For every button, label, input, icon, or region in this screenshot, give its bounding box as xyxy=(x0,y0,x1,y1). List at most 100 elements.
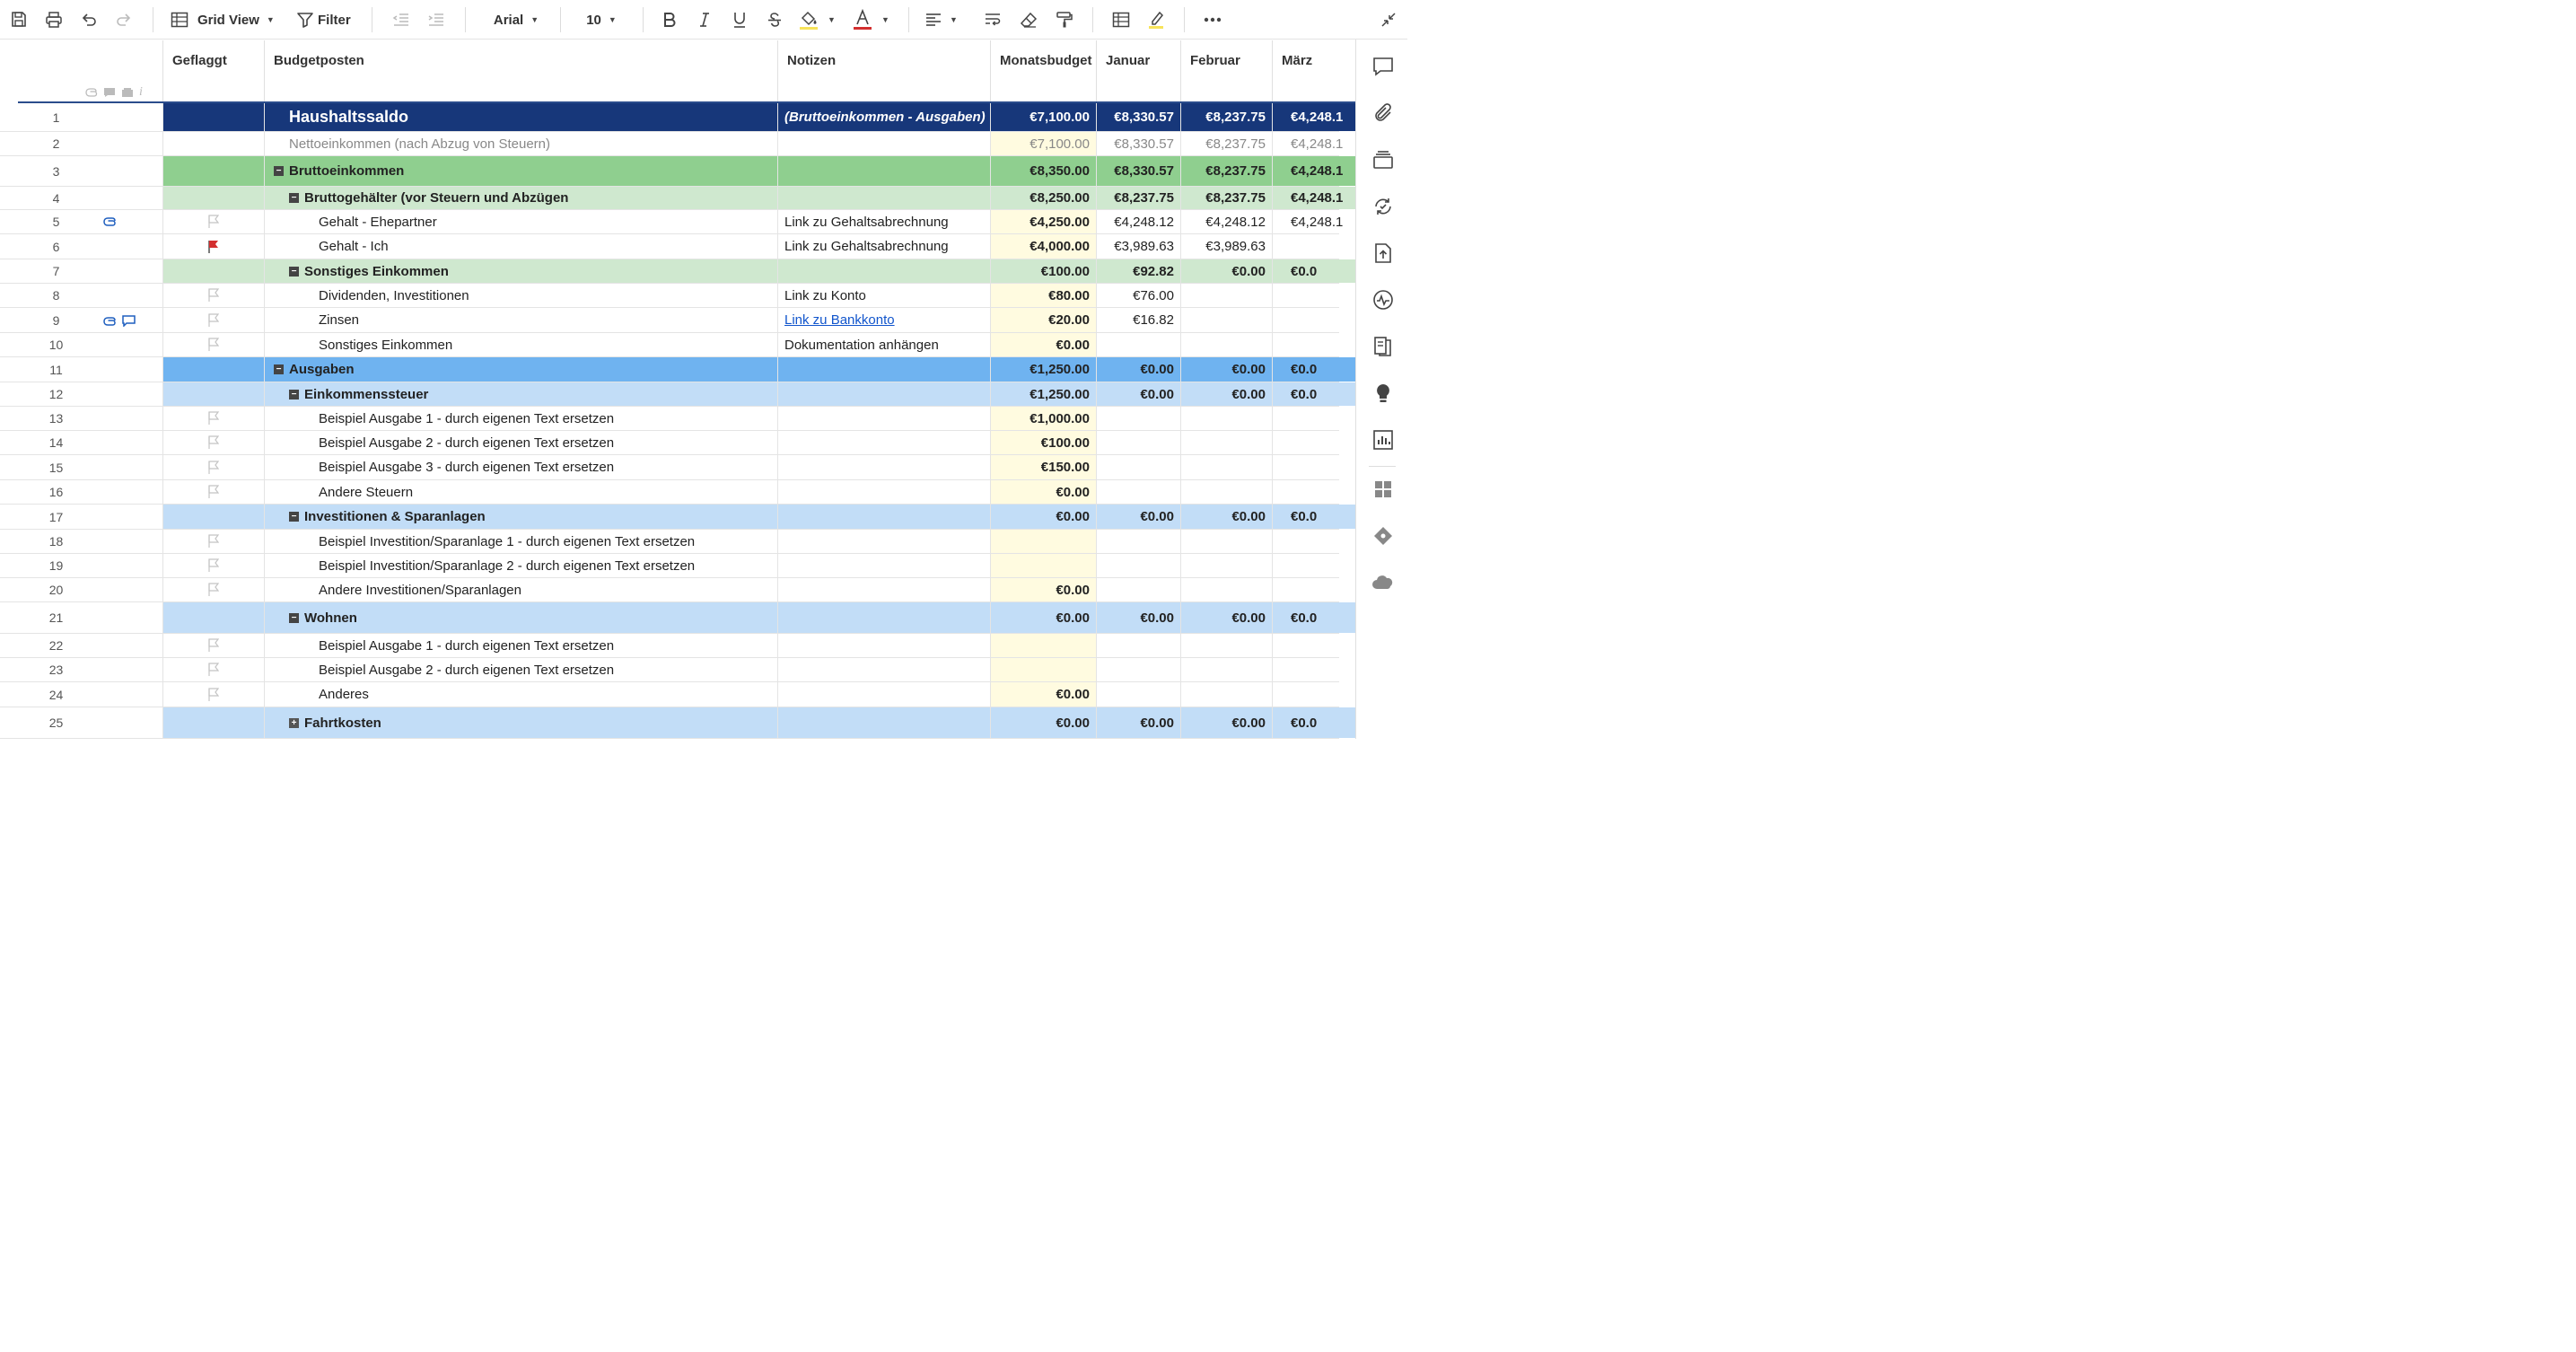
month-cell-jan[interactable]: €3,989.63 xyxy=(1097,234,1181,259)
flag-cell[interactable] xyxy=(163,707,265,738)
monthly-budget-cell[interactable] xyxy=(991,530,1097,553)
view-selector[interactable]: Grid View ▼ xyxy=(171,7,284,32)
table-row[interactable]: 8 Dividenden, Investitionen Link zu Konto €… xyxy=(0,284,1355,308)
table-row[interactable]: 12 − Einkommenssteuer €1,250.00 €0.00 €0.00 €0… xyxy=(0,382,1355,407)
row-number-cell[interactable]: 14 xyxy=(18,431,163,454)
month-cell-mar[interactable] xyxy=(1273,455,1355,479)
table-row[interactable]: 10 Sonstiges Einkommen Dokumentation anhän… xyxy=(0,333,1355,357)
month-cell-feb[interactable]: €8,237.75 xyxy=(1181,132,1273,155)
month-cell-mar[interactable]: €4,248.1 xyxy=(1273,156,1355,186)
budget-item-cell[interactable]: − Bruttogehälter (vor Steuern und Abzügen xyxy=(265,187,778,209)
row-number-cell[interactable]: 22 xyxy=(18,634,163,657)
month-cell-mar[interactable]: €0.0 xyxy=(1273,259,1355,283)
table-row[interactable]: 25 + Fahrtkosten €0.00 €0.00 €0.00 €0.0 xyxy=(0,707,1355,739)
month-cell-jan[interactable] xyxy=(1097,658,1181,681)
table-row[interactable]: 16 Andere Steuern €0.00 xyxy=(0,480,1355,505)
format-painter-icon[interactable] xyxy=(1053,7,1076,32)
month-cell-jan[interactable]: €8,330.57 xyxy=(1097,156,1181,186)
table-row[interactable]: 22 Beispiel Ausgabe 1 - durch eigenen Tex… xyxy=(0,634,1355,658)
column-header-flagged[interactable]: Geflaggt xyxy=(163,40,265,103)
month-cell-feb[interactable]: €3,989.63 xyxy=(1181,234,1273,259)
budget-item-cell[interactable]: Anderes xyxy=(265,682,778,707)
update-requests-icon[interactable] xyxy=(1371,195,1395,218)
monthly-budget-cell[interactable] xyxy=(991,658,1097,681)
notes-cell[interactable] xyxy=(778,132,991,155)
row-number-cell[interactable]: 16 xyxy=(18,480,163,504)
month-cell-mar[interactable]: €0.0 xyxy=(1273,382,1355,406)
monthly-budget-cell[interactable]: €0.00 xyxy=(991,602,1097,633)
flag-cell[interactable] xyxy=(163,103,265,131)
flag-icon[interactable] xyxy=(207,411,220,426)
flag-cell[interactable] xyxy=(163,505,265,529)
flag-cell[interactable] xyxy=(163,634,265,657)
row-number-cell[interactable]: 23 xyxy=(18,658,163,681)
strikethrough-icon[interactable] xyxy=(763,7,786,32)
monthly-budget-cell[interactable] xyxy=(991,634,1097,657)
highlight-icon[interactable] xyxy=(1144,7,1168,32)
budget-item-cell[interactable]: Zinsen xyxy=(265,308,778,332)
column-header-jan[interactable]: Januar xyxy=(1097,40,1181,103)
font-family-select[interactable]: Arial ▼ xyxy=(485,7,548,32)
monthly-budget-cell[interactable]: €20.00 xyxy=(991,308,1097,332)
row-number-cell[interactable]: 4 xyxy=(18,187,163,209)
monthly-budget-cell[interactable]: €100.00 xyxy=(991,259,1097,283)
collapse-row-icon[interactable]: − xyxy=(289,612,299,623)
month-cell-mar[interactable]: €0.0 xyxy=(1273,707,1355,738)
month-cell-feb[interactable]: €8,237.75 xyxy=(1181,103,1273,131)
table-row[interactable]: 11 − Ausgaben €1,250.00 €0.00 €0.00 €0.0 xyxy=(0,357,1355,382)
row-number-cell[interactable]: 17 xyxy=(18,505,163,529)
table-row[interactable]: 23 Beispiel Ausgabe 2 - durch eigenen Tex… xyxy=(0,658,1355,682)
monthly-budget-cell[interactable]: €8,350.00 xyxy=(991,156,1097,186)
conversations-icon[interactable] xyxy=(1371,55,1395,78)
bold-icon[interactable] xyxy=(658,7,681,32)
monthly-budget-cell[interactable]: €0.00 xyxy=(991,707,1097,738)
monthly-budget-cell[interactable]: €100.00 xyxy=(991,431,1097,454)
proofs-icon[interactable] xyxy=(1371,148,1395,171)
table-row[interactable]: 21 − Wohnen €0.00 €0.00 €0.00 €0.0 xyxy=(0,602,1355,634)
month-cell-mar[interactable] xyxy=(1273,530,1355,553)
flag-icon[interactable] xyxy=(207,460,220,475)
budget-item-cell[interactable]: Andere Steuern xyxy=(265,480,778,504)
month-cell-mar[interactable] xyxy=(1273,431,1355,454)
notes-cell[interactable] xyxy=(778,658,991,681)
table-row[interactable]: 6 Gehalt - Ich Link zu Gehaltsabrechnung €4… xyxy=(0,234,1355,259)
outdent-icon[interactable] xyxy=(390,7,413,32)
month-cell-jan[interactable]: €0.00 xyxy=(1097,357,1181,382)
month-cell-feb[interactable]: €8,237.75 xyxy=(1181,187,1273,209)
monthly-budget-cell[interactable]: €4,250.00 xyxy=(991,210,1097,233)
row-number-cell[interactable]: 8 xyxy=(18,284,163,307)
flag-icon[interactable] xyxy=(207,583,220,597)
month-cell-jan[interactable]: €4,248.12 xyxy=(1097,210,1181,233)
table-row[interactable]: 9 Zinsen Link zu Bankkonto €20.00 €16.82 xyxy=(0,308,1355,333)
month-cell-feb[interactable] xyxy=(1181,658,1273,681)
budget-item-cell[interactable]: + Fahrtkosten xyxy=(265,707,778,738)
collapse-row-icon[interactable]: − xyxy=(274,364,284,374)
row-number-cell[interactable]: 21 xyxy=(18,602,163,633)
flag-cell[interactable] xyxy=(163,284,265,307)
notes-cell[interactable] xyxy=(778,455,991,479)
summary-icon[interactable] xyxy=(1371,335,1395,358)
month-cell-mar[interactable] xyxy=(1273,407,1355,430)
month-cell-jan[interactable]: €8,237.75 xyxy=(1097,187,1181,209)
flag-icon[interactable] xyxy=(207,312,220,328)
publish-icon[interactable] xyxy=(1371,241,1395,265)
table-row[interactable]: 4 − Bruttogehälter (vor Steuern und Abzüge… xyxy=(0,187,1355,210)
table-format-icon[interactable] xyxy=(1109,7,1133,32)
month-cell-jan[interactable]: €8,330.57 xyxy=(1097,132,1181,155)
month-cell-mar[interactable]: €4,248.1 xyxy=(1273,187,1355,209)
month-cell-feb[interactable]: €4,248.12 xyxy=(1181,210,1273,233)
notes-cell[interactable] xyxy=(778,530,991,553)
monthly-budget-cell[interactable]: €4,000.00 xyxy=(991,234,1097,259)
table-row[interactable]: 5 Gehalt - Ehepartner Link zu Gehaltsabrec… xyxy=(0,210,1355,234)
month-cell-jan[interactable]: €76.00 xyxy=(1097,284,1181,307)
month-cell-feb[interactable] xyxy=(1181,530,1273,553)
month-cell-mar[interactable] xyxy=(1273,682,1355,707)
indent-icon[interactable] xyxy=(425,7,448,32)
collapse-row-icon[interactable]: − xyxy=(289,193,299,203)
month-cell-feb[interactable]: €0.00 xyxy=(1181,707,1273,738)
month-cell-feb[interactable]: €0.00 xyxy=(1181,602,1273,633)
budget-item-cell[interactable]: Beispiel Ausgabe 1 - durch eigenen Text … xyxy=(265,407,778,430)
budget-item-cell[interactable]: Gehalt - Ehepartner xyxy=(265,210,778,233)
budget-item-cell[interactable]: Haushaltssaldo xyxy=(265,103,778,131)
monthly-budget-cell[interactable]: €7,100.00 xyxy=(991,103,1097,131)
